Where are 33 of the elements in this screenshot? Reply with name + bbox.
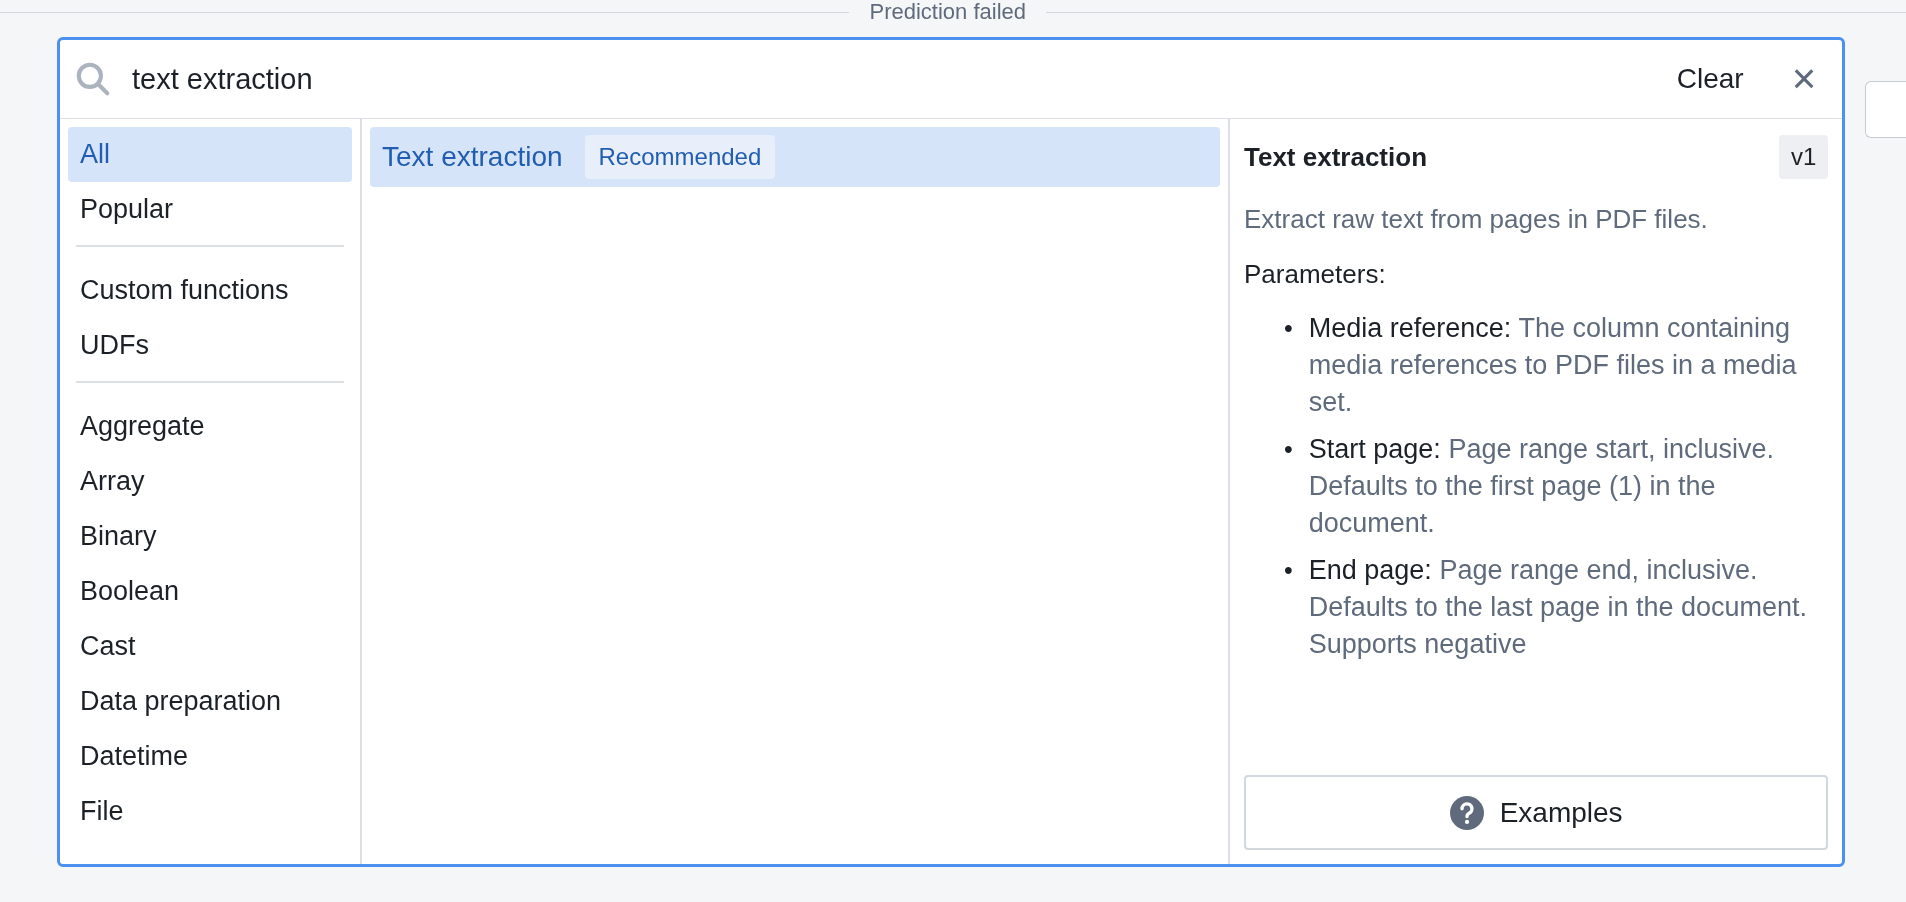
- category-item[interactable]: Aggregate: [68, 399, 352, 454]
- bullet-mark: •: [1284, 554, 1293, 586]
- bullet-mark: •: [1284, 312, 1293, 344]
- parameter-text: Media reference: The column containing media references to PDF files in a media set.: [1308, 311, 1798, 419]
- detail-description: Extract raw text from pages in PDF files.: [1244, 203, 1709, 236]
- bullet-mark: •: [1284, 433, 1293, 465]
- side-button[interactable]: [1865, 81, 1906, 138]
- category-item[interactable]: Popular: [68, 182, 352, 237]
- close-button[interactable]: ×: [1785, 58, 1823, 100]
- category-item[interactable]: Data preparation: [68, 674, 352, 729]
- category-item[interactable]: Custom functions: [68, 263, 352, 318]
- parameters-label: Parameters:: [1244, 258, 1387, 290]
- parameter-text: Start page: Page range start, inclusive. Defaults to the first page (1) in the document.: [1308, 432, 1776, 540]
- result-label: Text extraction: [382, 141, 563, 173]
- recommended-tag: Recommended: [584, 135, 776, 179]
- version-tag: v1: [1778, 135, 1829, 179]
- help-icon: [1449, 795, 1484, 830]
- category-item[interactable]: Cast: [68, 619, 352, 674]
- search-icon: [74, 60, 112, 98]
- category-item[interactable]: UDFs: [68, 318, 352, 373]
- category-item[interactable]: Boolean: [68, 564, 352, 619]
- header-title: Prediction failed: [869, 0, 1026, 24]
- parameter-text: End page: Page range end, inclusive. Defaults to the last page in the document. Supports negative: [1308, 553, 1809, 661]
- category-item[interactable]: All: [68, 127, 352, 182]
- detail-title: Text extraction: [1244, 141, 1427, 173]
- examples-button[interactable]: Examples: [1244, 775, 1829, 850]
- category-item[interactable]: Array: [68, 454, 352, 509]
- result-item[interactable]: Text extraction Recommended: [370, 127, 1220, 187]
- category-item[interactable]: File: [68, 784, 352, 839]
- search-field[interactable]: text extraction: [130, 61, 1651, 97]
- category-item[interactable]: Datetime: [68, 729, 352, 784]
- clear-button[interactable]: Clear: [1668, 59, 1752, 99]
- category-item[interactable]: Binary: [68, 509, 352, 564]
